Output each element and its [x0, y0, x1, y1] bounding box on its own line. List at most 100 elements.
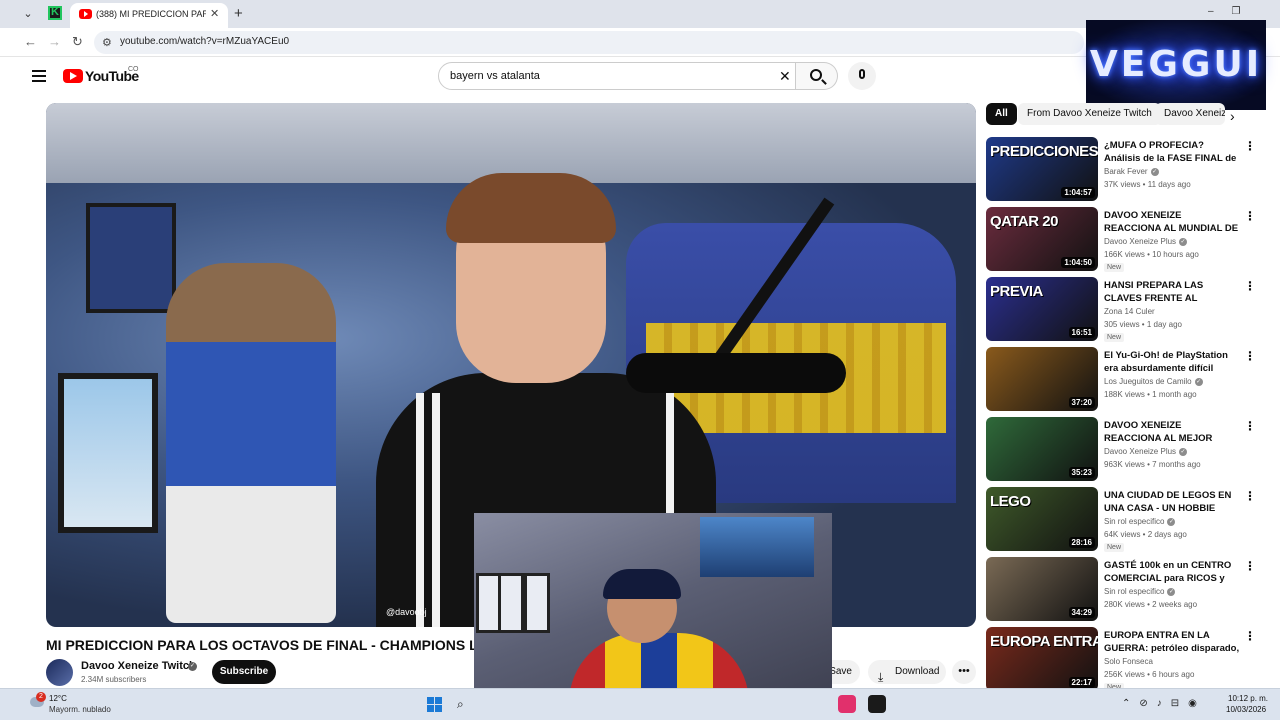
verified-icon: ✓: [1194, 377, 1203, 386]
tab-close-icon[interactable]: ✕: [210, 7, 219, 20]
weather-description[interactable]: Mayorm. nublado: [49, 705, 111, 714]
menu-icon[interactable]: [32, 70, 46, 82]
recommendation-item[interactable]: PREVIA 16:51 HANSI PREPARA LAS CLAVES FREN…: [986, 277, 1258, 343]
thumbnail-text: PREDICCIONES: [990, 143, 1098, 160]
search-input[interactable]: bayern vs atalanta ✕: [438, 62, 796, 90]
weather-temperature[interactable]: 12°C: [49, 694, 67, 703]
video-thumbnail[interactable]: 35:23: [986, 417, 1098, 481]
video-thumbnail[interactable]: QATAR 20 1:04:50: [986, 207, 1098, 271]
more-vert-icon[interactable]: ⋮: [1244, 419, 1256, 433]
video-thumbnail[interactable]: 37:20: [986, 347, 1098, 411]
omnibox[interactable]: ⚙ youtube.com/watch?v=rMZuaYACEu0: [94, 31, 1084, 54]
recommendation-title[interactable]: DAVOO XENEIZE REACCIONA AL MUNDIAL DE QA…: [1104, 209, 1240, 235]
new-badge: New: [1104, 263, 1125, 272]
voice-search-button[interactable]: [848, 62, 876, 90]
subscriber-count: 2.34M subscribers: [81, 675, 147, 684]
recommendation-title[interactable]: GASTÉ 100k en un CENTRO COMERCIAL para R…: [1104, 559, 1240, 585]
webcam-wall-frame: [524, 573, 550, 633]
browser-tab-active[interactable]: (388) MI PREDICCION PARA LOS OCTAVOS DE …: [70, 3, 228, 28]
more-vert-icon[interactable]: ⋮: [1244, 349, 1256, 363]
chip-related-channel[interactable]: Davoo Xeneize: [1155, 103, 1225, 125]
recommendation-title[interactable]: UNA CIUDAD DE LEGOS EN UNA CASA - UN HOB…: [1104, 489, 1240, 515]
video-thumbnail[interactable]: PREDICCIONES 1:04:57: [986, 137, 1098, 201]
subscribe-button[interactable]: Subscribe: [212, 660, 276, 684]
recommendation-meta: 280K views • 2 weeks ago: [1104, 600, 1198, 609]
recommendation-item[interactable]: QATAR 20 1:04:50 DAVOO XENEIZE REACCIONA A…: [986, 207, 1258, 273]
recommendation-channel[interactable]: Zona 14 Culer: [1104, 307, 1155, 316]
video-frame-ceiling: [46, 103, 976, 183]
more-vert-icon[interactable]: ⋮: [1244, 489, 1256, 503]
recommendation-channel[interactable]: Los Jueguitos de Camilo ✓: [1104, 377, 1203, 386]
channel-avatar[interactable]: [46, 659, 73, 686]
more-vert-icon[interactable]: ⋮: [1244, 139, 1256, 153]
overlay-logo-text: VEGGUI: [1089, 44, 1263, 85]
video-frame-jersey-frame: [86, 203, 176, 313]
search-value: bayern vs atalanta: [450, 70, 540, 82]
thumbnail-text: LEGO: [990, 493, 1031, 510]
recommendation-meta: 166K views • 10 hours ago: [1104, 250, 1199, 259]
recommendation-item[interactable]: LEGO 28:16 UNA CIUDAD DE LEGOS EN UNA CASA…: [986, 487, 1258, 553]
taskbar-search-icon[interactable]: ⌕: [457, 697, 464, 712]
video-frame-jersey-frame: [58, 373, 158, 533]
video-thumbnail[interactable]: LEGO 28:16: [986, 487, 1098, 551]
pinned-tab-kick-icon[interactable]: [48, 6, 62, 20]
new-tab-icon[interactable]: +: [234, 5, 243, 22]
youtube-favicon-icon: [79, 9, 92, 19]
clock-date[interactable]: 10/03/2026: [1226, 705, 1266, 714]
recommendation-channel[interactable]: Sin rol especifico ✓: [1104, 517, 1176, 526]
window-controls[interactable]: –❐: [1208, 6, 1259, 17]
video-thumbnail[interactable]: PREVIA 16:51: [986, 277, 1098, 341]
tab-title: (388) MI PREDICCION PARA LOS OCTAVOS DE …: [96, 9, 206, 19]
more-actions-icon[interactable]: •••: [952, 660, 976, 684]
recommendation-item[interactable]: 37:20 El Yu-Gi-Oh! de PlayStation era abs…: [986, 347, 1258, 413]
video-duration: 37:20: [1068, 397, 1095, 408]
more-vert-icon[interactable]: ⋮: [1244, 629, 1256, 643]
system-tray-icons[interactable]: ⌃⊘♪⊟◉: [1122, 698, 1206, 709]
recommendation-title[interactable]: El Yu-Gi-Oh! de PlayStation era absurdam…: [1104, 349, 1240, 375]
tab-search-dropdown-icon[interactable]: ⌄: [20, 6, 36, 22]
recommendation-item[interactable]: PREDICCIONES 1:04:57 ¿MUFA O PROFECIA? Aná…: [986, 137, 1258, 203]
recommendation-title[interactable]: EUROPA ENTRA EN LA GUERRA: petróleo disp…: [1104, 629, 1240, 655]
download-button[interactable]: ⤓ Download: [868, 660, 946, 684]
reload-icon[interactable]: ↻: [72, 34, 83, 50]
recommendation-item[interactable]: EUROPA ENTRA 22:17 EUROPA ENTRA EN LA GUER…: [986, 627, 1258, 693]
verified-icon: ✓: [1179, 447, 1188, 456]
site-info-icon[interactable]: ⚙: [102, 36, 112, 49]
recommendation-channel[interactable]: Davoo Xeneize Plus ✓: [1104, 237, 1188, 246]
recommendation-title[interactable]: HANSI PREPARA LAS CLAVES FRENTE AL NEWCA…: [1104, 279, 1240, 305]
recommendation-meta: 37K views • 11 days ago: [1104, 180, 1191, 189]
app-x-icon[interactable]: [868, 695, 886, 713]
forward-icon[interactable]: →: [48, 34, 61, 49]
search-button[interactable]: [796, 62, 838, 90]
chevron-right-icon[interactable]: ›: [1230, 108, 1235, 124]
video-duration: 35:23: [1068, 467, 1095, 478]
video-duration: 16:51: [1068, 327, 1095, 338]
back-icon[interactable]: ←: [24, 34, 37, 49]
recommendation-item[interactable]: 35:23 DAVOO XENEIZE REACCIONA AL MEJOR DE…: [986, 417, 1258, 483]
clear-search-icon[interactable]: ✕: [779, 68, 791, 85]
webcam-wall-frame: [498, 573, 524, 633]
recommendation-channel[interactable]: Barak Fever ✓: [1104, 167, 1159, 176]
tiktok-app-icon[interactable]: [838, 695, 856, 713]
windows-start-icon[interactable]: [427, 697, 442, 712]
recommendation-channel[interactable]: Sin rol especifico ✓: [1104, 587, 1176, 596]
download-icon: ⤓: [878, 670, 884, 684]
more-vert-icon[interactable]: ⋮: [1244, 559, 1256, 573]
video-thumbnail[interactable]: EUROPA ENTRA 22:17: [986, 627, 1098, 691]
video-thumbnail[interactable]: 34:29: [986, 557, 1098, 621]
channel-name[interactable]: Davoo Xeneize Twitch: [81, 660, 196, 672]
channel-name-text: Barak Fever: [1104, 167, 1148, 176]
chip-from-channel[interactable]: From Davoo Xeneize Twitch: [1018, 103, 1161, 125]
recommendation-item[interactable]: 34:29 GASTÉ 100k en un CENTRO COMERCIAL p…: [986, 557, 1258, 623]
more-vert-icon[interactable]: ⋮: [1244, 279, 1256, 293]
video-duration: 34:29: [1068, 607, 1095, 618]
more-vert-icon[interactable]: ⋮: [1244, 209, 1256, 223]
recommendation-channel[interactable]: Solo Fonseca: [1104, 657, 1153, 666]
video-duration: 22:17: [1068, 677, 1095, 688]
chip-all[interactable]: All: [986, 103, 1017, 125]
youtube-logo-icon[interactable]: [63, 69, 83, 83]
recommendation-title[interactable]: DAVOO XENEIZE REACCIONA AL MEJOR DELANTE…: [1104, 419, 1240, 445]
recommendation-channel[interactable]: Davoo Xeneize Plus ✓: [1104, 447, 1188, 456]
clock-time[interactable]: 10:12 p. m.: [1228, 694, 1268, 703]
recommendation-title[interactable]: ¿MUFA O PROFECIA? Análisis de la FASE FI…: [1104, 139, 1240, 165]
